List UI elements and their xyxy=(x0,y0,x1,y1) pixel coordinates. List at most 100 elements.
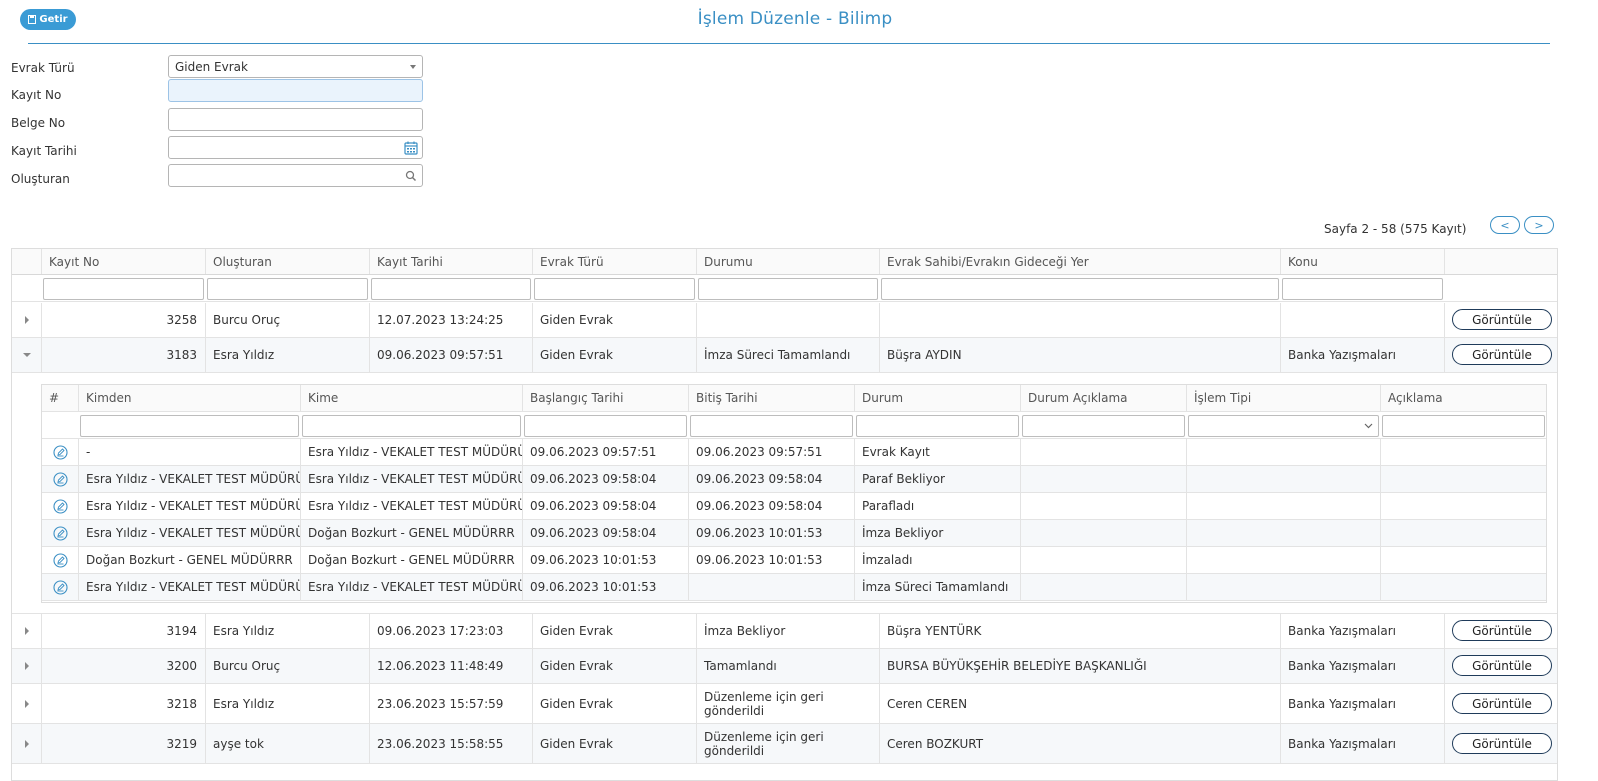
chevron-down-icon xyxy=(1364,423,1373,429)
chevron-right-icon xyxy=(24,699,29,708)
header-durum[interactable]: Durum xyxy=(854,385,1020,411)
edit-icon[interactable] xyxy=(52,498,68,514)
filter-kayit-tarihi[interactable] xyxy=(371,278,531,300)
cell-durumu: Düzenleme için geri gönderildi xyxy=(696,684,879,723)
cell-edit[interactable] xyxy=(42,574,78,600)
cell-kimden: Doğan Bozkurt - GENEL MÜDÜRRR xyxy=(78,547,300,573)
cell-islem-tipi xyxy=(1186,493,1380,519)
filter-evrak-sahibi[interactable] xyxy=(881,278,1279,300)
cell-kayit-tarihi: 23.06.2023 15:58:55 xyxy=(369,724,532,763)
cell-konu: Banka Yazışmaları xyxy=(1280,649,1444,683)
cell-olusturan: Burcu Oruç xyxy=(205,303,369,337)
evrak-turu-select[interactable]: Giden Evrak xyxy=(168,55,423,78)
cell-bitis: 09.06.2023 09:58:04 xyxy=(688,466,854,492)
expand-row-button[interactable] xyxy=(12,684,41,723)
search-icon[interactable] xyxy=(404,169,418,183)
kayit-tarihi-input[interactable] xyxy=(168,136,423,159)
header-islem-tipi[interactable]: İşlem Tipi xyxy=(1186,385,1380,411)
pager-info: Sayfa 2 - 58 (575 Kayıt) xyxy=(1324,222,1467,236)
cell-durumu xyxy=(696,303,879,337)
belge-no-input[interactable] xyxy=(168,108,423,131)
header-evrak-turu[interactable]: Evrak Türü xyxy=(532,249,696,274)
header-evrak-sahibi[interactable]: Evrak Sahibi/Evrakın Gideceği Yer xyxy=(879,249,1280,274)
header-kayit-no[interactable]: Kayıt No xyxy=(41,249,205,274)
collapse-row-button[interactable] xyxy=(12,338,41,372)
filter-olusturan[interactable] xyxy=(207,278,368,300)
table-row[interactable]: 3258 Burcu Oruç 12.07.2023 13:24:25 Gide… xyxy=(12,303,1557,338)
history-grid: # Kimden Kime Başlangıç Tarihi Bitiş Tar… xyxy=(41,384,1547,603)
cell-bitis: 09.06.2023 09:57:51 xyxy=(688,439,854,465)
cell-action: Görüntüle xyxy=(1444,614,1557,648)
header-kayit-tarihi[interactable]: Kayıt Tarihi xyxy=(369,249,532,274)
header-bitis[interactable]: Bitiş Tarihi xyxy=(688,385,854,411)
header-kime[interactable]: Kime xyxy=(300,385,522,411)
filter-kimden[interactable] xyxy=(80,415,299,437)
goruntule-button[interactable]: Görüntüle xyxy=(1452,344,1552,365)
header-durumu[interactable]: Durumu xyxy=(696,249,879,274)
chevron-right-icon xyxy=(24,627,29,635)
edit-icon[interactable] xyxy=(52,579,68,595)
calendar-icon[interactable] xyxy=(404,141,418,155)
filter-islem-tipi-select[interactable] xyxy=(1188,415,1379,437)
header-konu[interactable]: Konu xyxy=(1280,249,1444,274)
chevron-down-icon xyxy=(22,353,31,357)
header-olusturan[interactable]: Oluşturan xyxy=(205,249,369,274)
cell-kime: Esra Yıldız - VEKALET TEST MÜDÜRÜ xyxy=(300,493,522,519)
history-row: Esra Yıldız - VEKALET TEST MÜDÜRÜ Esra Yı… xyxy=(42,493,1546,520)
next-page-button[interactable]: > xyxy=(1524,216,1554,234)
filter-kayit-no[interactable] xyxy=(43,278,204,300)
edit-icon[interactable] xyxy=(52,444,68,460)
goruntule-button[interactable]: Görüntüle xyxy=(1452,655,1552,676)
table-row[interactable]: 3218 Esra Yıldız 23.06.2023 15:57:59 Gid… xyxy=(12,684,1557,724)
filter-durum-aciklama[interactable] xyxy=(1022,415,1185,437)
olusturan-label: Oluşturan xyxy=(11,172,70,186)
cell-bitis: 09.06.2023 09:58:04 xyxy=(688,493,854,519)
filter-konu[interactable] xyxy=(1282,278,1443,300)
cell-edit[interactable] xyxy=(42,466,78,492)
kayit-no-input[interactable] xyxy=(168,79,423,102)
filter-evrak-turu[interactable] xyxy=(534,278,695,300)
cell-baslangic: 09.06.2023 10:01:53 xyxy=(522,547,688,573)
edit-icon[interactable] xyxy=(52,471,68,487)
olusturan-input[interactable] xyxy=(168,164,423,187)
header-durum-aciklama[interactable]: Durum Açıklama xyxy=(1020,385,1186,411)
header-baslangic[interactable]: Başlangıç Tarihi xyxy=(522,385,688,411)
chevron-right-icon xyxy=(24,739,29,748)
filter-bitis[interactable] xyxy=(690,415,853,437)
goruntule-button[interactable]: Görüntüle xyxy=(1452,693,1552,714)
expand-row-button[interactable] xyxy=(12,724,41,763)
expand-row-button[interactable] xyxy=(12,614,41,648)
table-row[interactable]: 3183 Esra Yıldız 09.06.2023 09:57:51 Gid… xyxy=(12,338,1557,373)
cell-kimden: - xyxy=(78,439,300,465)
cell-aciklama xyxy=(1380,493,1546,519)
cell-action: Görüntüle xyxy=(1444,724,1557,763)
goruntule-button[interactable]: Görüntüle xyxy=(1452,309,1552,330)
cell-kayit-no: 3183 xyxy=(41,338,205,372)
history-row: Esra Yıldız - VEKALET TEST MÜDÜRÜ Doğan B… xyxy=(42,520,1546,547)
edit-icon[interactable] xyxy=(52,552,68,568)
goruntule-button[interactable]: Görüntüle xyxy=(1452,620,1552,641)
cell-baslangic: 09.06.2023 09:58:04 xyxy=(522,493,688,519)
cell-edit[interactable] xyxy=(42,493,78,519)
filter-durum[interactable] xyxy=(856,415,1019,437)
cell-edit[interactable] xyxy=(42,439,78,465)
filter-kime[interactable] xyxy=(302,415,521,437)
cell-evrak-turu: Giden Evrak xyxy=(532,649,696,683)
prev-page-button[interactable]: < xyxy=(1490,216,1520,234)
kayit-no-label: Kayıt No xyxy=(11,88,62,102)
header-aciklama[interactable]: Açıklama xyxy=(1380,385,1546,411)
filter-aciklama[interactable] xyxy=(1382,415,1545,437)
table-row[interactable]: 3194 Esra Yıldız 09.06.2023 17:23:03 Gid… xyxy=(12,614,1557,649)
table-row[interactable]: 3200 Burcu Oruç 12.06.2023 11:48:49 Gide… xyxy=(12,649,1557,684)
goruntule-button[interactable]: Görüntüle xyxy=(1452,733,1552,754)
cell-edit[interactable] xyxy=(42,520,78,546)
filter-baslangic[interactable] xyxy=(524,415,687,437)
table-row[interactable]: 3219 ayşe tok 23.06.2023 15:58:55 Giden … xyxy=(12,724,1557,764)
expand-row-button[interactable] xyxy=(12,303,41,337)
expand-row-button[interactable] xyxy=(12,649,41,683)
filter-durumu[interactable] xyxy=(698,278,878,300)
header-expander-col xyxy=(12,249,41,274)
cell-edit[interactable] xyxy=(42,547,78,573)
edit-icon[interactable] xyxy=(52,525,68,541)
header-kimden[interactable]: Kimden xyxy=(78,385,300,411)
